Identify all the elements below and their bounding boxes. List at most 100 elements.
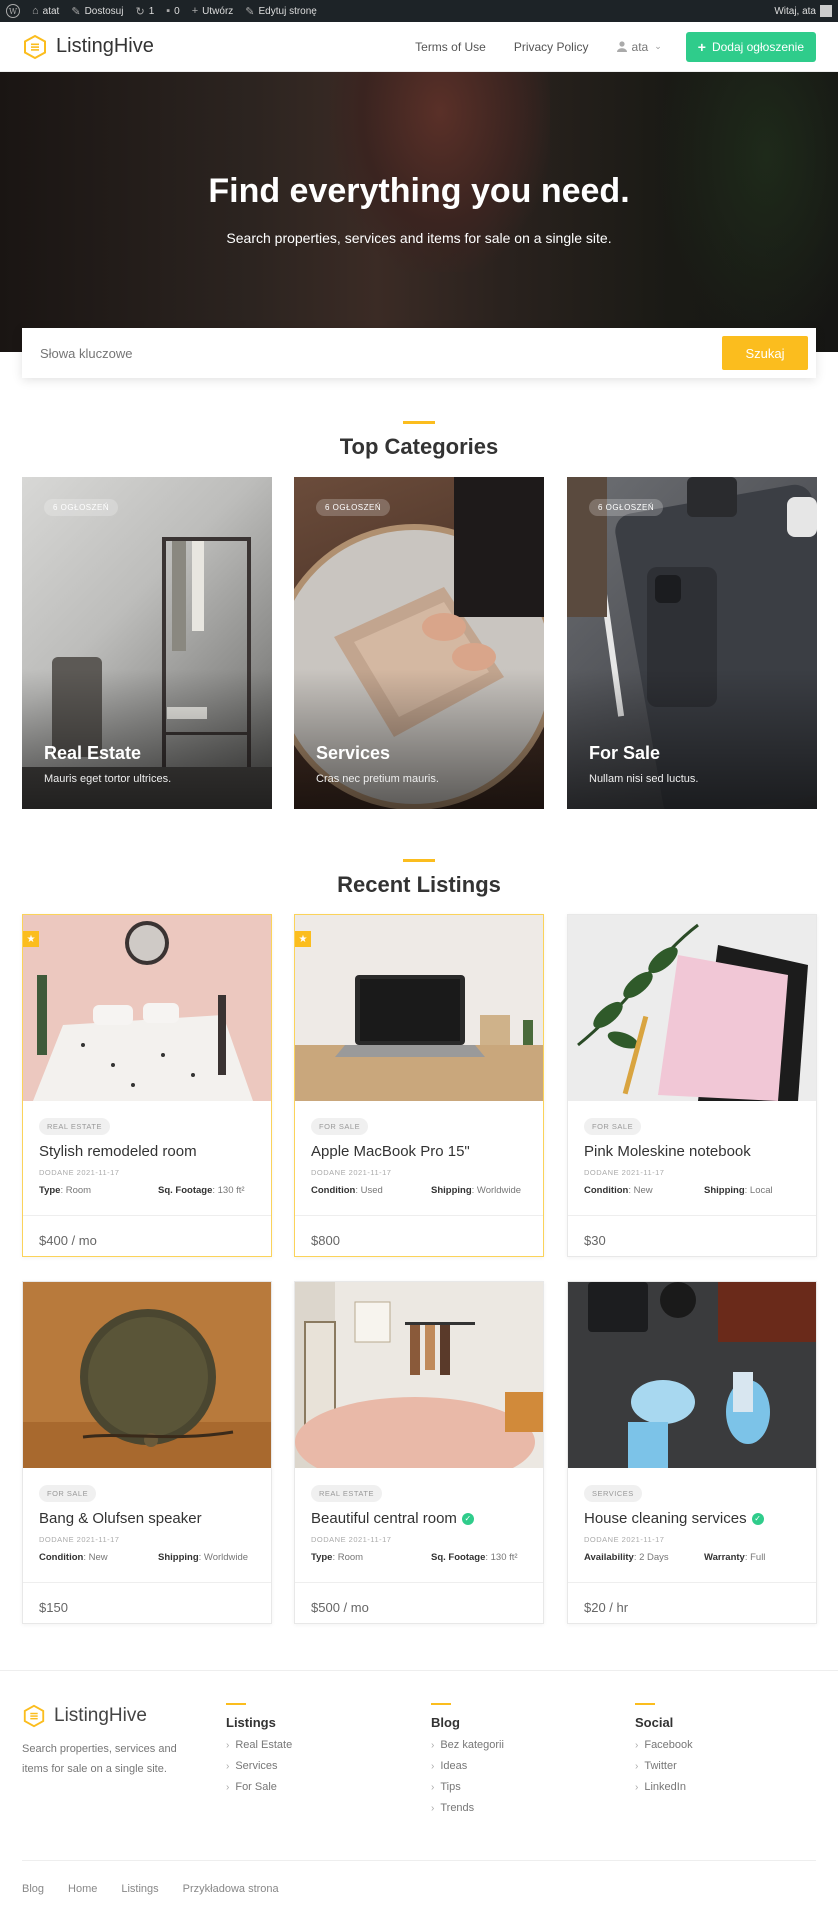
verified-check-icon: ✓ (461, 1512, 474, 1525)
listing-image (568, 915, 816, 1101)
footer-link[interactable]: › Twitter (635, 1760, 693, 1772)
footer-column-title: Social (635, 1715, 674, 1730)
footer-link[interactable]: › For Sale (226, 1781, 292, 1793)
footer-link[interactable]: › Ideas (431, 1760, 504, 1772)
listing-card[interactable]: FOR SALE Pink Moleskine notebook DODANE … (567, 914, 817, 1257)
add-listing-button[interactable]: + Dodaj ogłoszenie (685, 31, 816, 62)
listing-image (295, 915, 543, 1101)
chevron-right-icon: › (635, 1760, 639, 1772)
footer-column-social: Social › Facebook › Twitter › LinkedIn (635, 1703, 693, 1793)
footer-link[interactable]: › Tips (431, 1781, 504, 1793)
divider (295, 1582, 543, 1583)
listing-title[interactable]: Beautiful central room ✓ (311, 1510, 474, 1527)
footer-link-label: Services (235, 1760, 278, 1772)
listing-attribute-1: Availability: 2 Days (584, 1552, 669, 1563)
admin-edit-link[interactable]: ✎ Edytuj stronę (245, 5, 317, 18)
listing-category-tag[interactable]: FOR SALE (39, 1485, 97, 1502)
listing-category-tag[interactable]: SERVICES (584, 1485, 642, 1502)
listing-attribute-1: Condition: New (39, 1552, 108, 1563)
bottom-link-blog[interactable]: Blog (22, 1883, 44, 1895)
hive-logo-icon (23, 1704, 45, 1728)
nav-privacy-policy[interactable]: Privacy Policy (514, 40, 589, 54)
hero-subtitle: Search properties, services and items fo… (226, 230, 612, 246)
admin-site-link[interactable]: ⌂ atat (32, 5, 59, 17)
room-image (295, 1282, 543, 1468)
chevron-right-icon: › (635, 1739, 639, 1751)
search-button[interactable]: Szukaj (722, 336, 808, 370)
footer-link-label: Trends (440, 1802, 475, 1814)
footer-link[interactable]: › Real Estate (226, 1739, 292, 1751)
category-name: Real Estate (44, 743, 142, 763)
heading-accent-bar (403, 421, 435, 424)
bottom-link-listings[interactable]: Listings (121, 1883, 158, 1895)
listing-category-tag[interactable]: FOR SALE (311, 1118, 369, 1135)
hero-banner: Find everything you need. Search propert… (0, 72, 838, 352)
admin-customize-link[interactable]: ✎ Dostosuj (71, 5, 123, 18)
attr-value: : Local (744, 1185, 773, 1196)
listing-attribute-1: Type: Room (311, 1552, 363, 1563)
comment-icon: ▪ (166, 5, 171, 17)
attr-key: Shipping (704, 1185, 745, 1196)
admin-create-label: Utwórz (202, 5, 234, 17)
divider (23, 1215, 271, 1216)
footer-logo[interactable]: ListingHive (22, 1704, 147, 1728)
bottom-link-sample-page[interactable]: Przykładowa strona (183, 1883, 279, 1895)
listing-title[interactable]: Pink Moleskine notebook (584, 1143, 751, 1160)
user-name: ata (631, 39, 649, 54)
listing-title-text: Beautiful central room (311, 1510, 457, 1527)
logo-text: ListingHive (56, 35, 154, 57)
listing-title[interactable]: Bang & Olufsen speaker (39, 1510, 202, 1527)
heading-accent-bar (226, 1703, 246, 1705)
user-menu[interactable]: ata ⌄ (616, 39, 662, 54)
footer-link[interactable]: › Services (226, 1760, 292, 1772)
wordpress-icon[interactable]: W (6, 4, 20, 18)
attr-value: : Room (332, 1552, 364, 1563)
bottom-link-home[interactable]: Home (68, 1883, 97, 1895)
footer-bottom-divider (22, 1860, 816, 1861)
listing-title[interactable]: Stylish remodeled room (39, 1143, 197, 1160)
attr-key: Condition (584, 1185, 629, 1196)
attr-value: : 130 ft² (212, 1185, 245, 1196)
listing-category-tag[interactable]: FOR SALE (584, 1118, 642, 1135)
site-logo[interactable]: ListingHive (22, 34, 154, 60)
listing-card[interactable]: REAL ESTATE Beautiful central room ✓ DODA… (294, 1281, 544, 1624)
footer-link[interactable]: › Facebook (635, 1739, 693, 1751)
footer-column-title: Blog (431, 1715, 460, 1730)
listing-card[interactable]: SERVICES House cleaning services ✓ DODANE… (567, 1281, 817, 1624)
category-card-real-estate[interactable]: 6 OGŁOSZEŃ Real Estate Mauris eget torto… (22, 477, 272, 809)
footer-link-label: Facebook (644, 1739, 693, 1751)
footer-link[interactable]: › Trends (431, 1802, 504, 1814)
category-count-badge: 6 OGŁOSZEŃ (589, 499, 664, 516)
listing-attribute-1: Condition: Used (311, 1185, 383, 1196)
admin-create-link[interactable]: + Utwórz (192, 5, 234, 17)
footer-link[interactable]: › Bez kategorii (431, 1739, 504, 1751)
category-card-for-sale[interactable]: 6 OGŁOSZEŃ For Sale Nullam nisi sed luct… (567, 477, 817, 809)
listing-category-tag[interactable]: REAL ESTATE (311, 1485, 382, 1502)
listing-category-tag[interactable]: REAL ESTATE (39, 1118, 110, 1135)
attr-key: Shipping (158, 1552, 199, 1563)
listing-title[interactable]: Apple MacBook Pro 15" (311, 1143, 470, 1160)
admin-updates-link[interactable]: ↻ 1 (135, 5, 154, 18)
listing-card[interactable]: ★ REAL ESTATE Stylish remodeled room DOD… (22, 914, 272, 1257)
footer-link-label: Tips (440, 1781, 461, 1793)
updates-icon: ↻ (135, 5, 145, 18)
attr-value: : New (628, 1185, 653, 1196)
listing-attribute-2: Sq. Footage: 130 ft² (431, 1552, 518, 1563)
speaker-image (23, 1282, 271, 1468)
nav-terms-of-use[interactable]: Terms of Use (415, 40, 486, 54)
category-desc: Cras nec pretium mauris. (316, 773, 439, 785)
listing-title[interactable]: House cleaning services ✓ (584, 1510, 764, 1527)
admin-account[interactable]: Witaj, ata (774, 5, 832, 17)
chevron-right-icon: › (226, 1760, 230, 1772)
listing-card[interactable]: ★ FOR SALE Apple MacBook Pro 15" DODANE … (294, 914, 544, 1257)
footer-link[interactable]: › LinkedIn (635, 1781, 693, 1793)
footer-link-label: Ideas (440, 1760, 468, 1772)
admin-comments-count: 0 (174, 5, 180, 17)
category-name: Services (316, 743, 391, 763)
admin-customize-label: Dostosuj (84, 5, 124, 17)
featured-star-icon: ★ (23, 931, 39, 947)
admin-comments-link[interactable]: ▪ 0 (166, 5, 179, 17)
category-card-services[interactable]: 6 OGŁOSZEŃ Services Cras nec pretium mau… (294, 477, 544, 809)
listing-card[interactable]: FOR SALE Bang & Olufsen speaker DODANE 2… (22, 1281, 272, 1624)
keyword-search-input[interactable] (40, 345, 722, 361)
